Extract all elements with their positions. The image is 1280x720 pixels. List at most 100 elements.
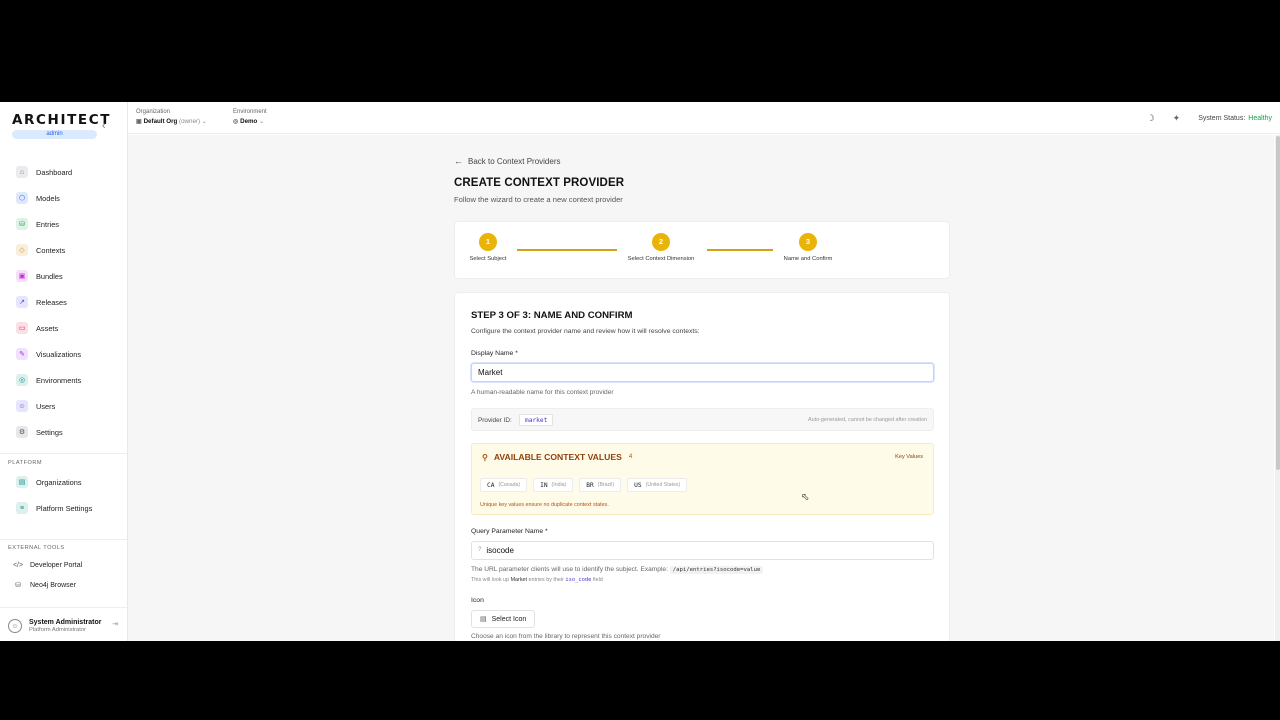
- sidebar-item-organizations[interactable]: ▤ Organizations: [0, 469, 127, 495]
- sparkle-icon[interactable]: ✦: [1173, 113, 1181, 124]
- external-item-developer-portal[interactable]: </> Developer Portal: [0, 555, 127, 575]
- step-label: Name and Confirm: [783, 256, 833, 262]
- organization-selector[interactable]: Organization ▣ Default Org (owner) ⌄: [136, 109, 207, 125]
- sidebar-item-settings[interactable]: ⚙ Settings: [0, 419, 127, 445]
- external-item-label: Developer Portal: [30, 561, 83, 569]
- step-connector: [517, 249, 617, 251]
- sidebar-item-label: Platform Settings: [36, 503, 93, 513]
- sidebar-divider: [0, 453, 127, 454]
- provider-id-box: Provider ID: market Auto-generated, cann…: [471, 408, 934, 431]
- moon-icon[interactable]: ☽: [1147, 113, 1155, 124]
- sidebar-item-label: Organizations: [36, 477, 82, 487]
- wizard-stepper: 1 Select Subject 2 Select Context Dimens…: [454, 221, 950, 279]
- building-icon: ▣: [136, 118, 142, 125]
- external-item-neo4j-browser[interactable]: ⛁ Neo4j Browser: [0, 575, 127, 595]
- sidebar-item-platform-settings[interactable]: ≡ Platform Settings: [0, 495, 127, 521]
- form-card: STEP 3 OF 3: NAME AND CONFIRM Configure …: [454, 292, 950, 641]
- chip-code: IN: [540, 481, 548, 489]
- user-role: Platform Administrator: [29, 627, 87, 633]
- logout-icon[interactable]: ⇥: [112, 620, 118, 628]
- folder-icon: ▭: [16, 322, 28, 334]
- user-name: System Administrator: [29, 619, 102, 626]
- sidebar-item-contexts[interactable]: ◇ Contexts: [0, 237, 127, 263]
- lookup-entity: Market: [510, 577, 528, 583]
- query-parameter-input[interactable]: ? isocode: [471, 541, 934, 560]
- chevron-down-icon: ⌄: [259, 118, 265, 125]
- sliders-icon: ≡: [16, 502, 28, 514]
- scrollbar-thumb[interactable]: [1276, 136, 1280, 470]
- layers-icon: ▣: [16, 270, 28, 282]
- key-icon: ⚲: [482, 452, 488, 462]
- display-name-input[interactable]: Market: [471, 363, 934, 382]
- select-icon-button[interactable]: ▤ Select Icon: [471, 610, 536, 628]
- sidebar-divider: [0, 539, 127, 540]
- question-icon: ?: [478, 547, 482, 553]
- chevron-down-icon: ⌄: [201, 118, 207, 125]
- lookup-note: This will look up Market entries by thei…: [471, 577, 603, 583]
- chip-country: (Brazil): [597, 482, 615, 488]
- page-title: CREATE CONTEXT PROVIDER: [454, 177, 625, 189]
- sidebar-item-releases[interactable]: ↗ Releases: [0, 289, 127, 315]
- context-value-chip: BR (Brazil): [579, 478, 622, 492]
- platform-section-label: PLATFORM: [8, 460, 43, 466]
- sidebar-item-label: Users: [36, 401, 56, 411]
- select-icon-label: Select Icon: [491, 615, 527, 623]
- sidebar-item-label: Dashboard: [36, 167, 73, 177]
- step-label: Select Context Dimension: [627, 256, 695, 262]
- sidebar-item-users[interactable]: ☺ Users: [0, 393, 127, 419]
- sidebar-item-models[interactable]: ⬡ Models: [0, 185, 127, 211]
- user-profile[interactable]: ☺ System Administrator Platform Administ…: [8, 615, 122, 637]
- external-item-label: Neo4j Browser: [30, 581, 76, 589]
- context-value-chips: CA (Canada) IN (India) BR (Brazil) US (U…: [480, 478, 693, 492]
- chip-code: CA: [487, 481, 495, 489]
- globe-icon: ◎: [233, 118, 239, 125]
- image-icon: ▤: [480, 616, 487, 623]
- query-example: /api/entries?isocode=value: [669, 566, 764, 574]
- avatar: ☺: [8, 619, 22, 633]
- organization-role: (owner): [179, 118, 201, 125]
- lookup-field: iso_code: [565, 577, 592, 583]
- environment-label: Environment: [233, 109, 267, 115]
- organization-label: Organization: [136, 109, 171, 115]
- step-number: 3: [799, 233, 817, 251]
- available-context-values: ⚲ AVAILABLE CONTEXT VALUES 4 Key Values …: [471, 443, 934, 515]
- chip-code: US: [634, 481, 642, 489]
- sidebar-item-visualizations[interactable]: ✎ Visualizations: [0, 341, 127, 367]
- icon-help: Choose an icon from the library to repre…: [471, 633, 661, 640]
- available-values-count: 4: [628, 454, 633, 460]
- sidebar-item-label: Visualizations: [36, 349, 82, 359]
- step-3[interactable]: 3 Name and Confirm: [768, 233, 848, 262]
- sidebar-item-environments[interactable]: ◎ Environments: [0, 367, 127, 393]
- sidebar-item-dashboard[interactable]: ⌂ Dashboard: [0, 159, 127, 185]
- sidebar-item-bundles[interactable]: ▣ Bundles: [0, 263, 127, 289]
- tag-icon: ◇: [16, 244, 28, 256]
- main-content: ← Back to Context Providers CREATE CONTE…: [128, 135, 1274, 641]
- sidebar-item-label: Environments: [36, 375, 82, 385]
- platform-nav: ▤ Organizations ≡ Platform Settings: [0, 469, 127, 521]
- app-logo: ARCHITECT: [12, 112, 112, 128]
- external-tools-nav: </> Developer Portal ⛁ Neo4j Browser: [0, 555, 127, 595]
- sidebar-item-entries[interactable]: ⛁ Entries: [0, 211, 127, 237]
- step-1[interactable]: 1 Select Subject: [448, 233, 528, 262]
- sidebar-item-assets[interactable]: ▭ Assets: [0, 315, 127, 341]
- top-bar: Organization ▣ Default Org (owner) ⌄ Env…: [128, 102, 1280, 134]
- query-help-text: The URL parameter clients will use to id…: [471, 566, 668, 573]
- chip-country: (Canada): [498, 482, 521, 488]
- brush-icon: ✎: [16, 348, 28, 360]
- chip-country: (United States): [645, 482, 681, 488]
- sidebar-item-label: Contexts: [36, 245, 66, 255]
- step-connector: [707, 249, 773, 251]
- provider-id-note: Auto-generated, cannot be changed after …: [808, 417, 927, 423]
- provider-id-value: market: [519, 414, 554, 426]
- collapse-sidebar-button[interactable]: ‹: [102, 120, 106, 132]
- step-2[interactable]: 2 Select Context Dimension: [621, 233, 701, 262]
- lookup-prefix: This will look up: [471, 577, 510, 583]
- globe-icon: ◎: [16, 374, 28, 386]
- context-value-chip: US (United States): [627, 478, 688, 492]
- available-values-title: AVAILABLE CONTEXT VALUES: [493, 452, 622, 462]
- environment-selector[interactable]: Environment ◎ Demo ⌄: [233, 109, 267, 125]
- mouse-cursor-icon: ⬁: [801, 492, 810, 503]
- home-icon: ⌂: [16, 166, 28, 178]
- display-name-label: Display Name *: [471, 350, 518, 357]
- back-link[interactable]: ← Back to Context Providers: [454, 156, 560, 166]
